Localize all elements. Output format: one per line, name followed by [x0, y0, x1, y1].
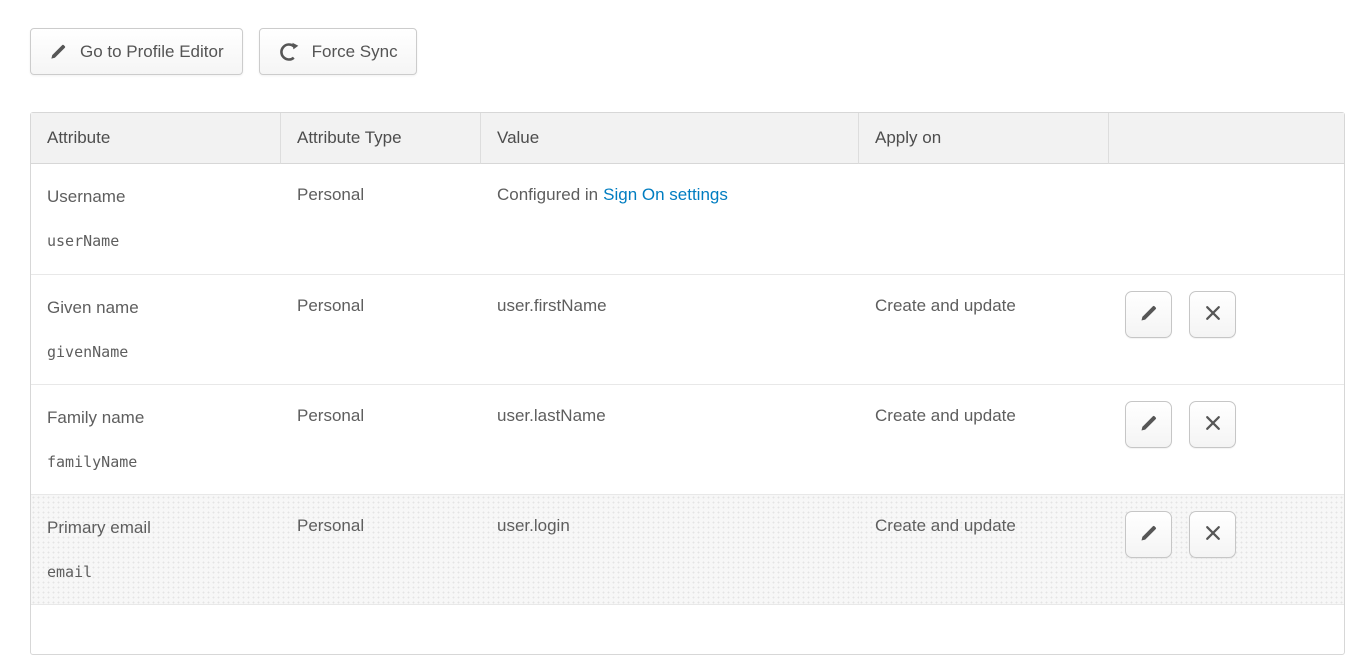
- attribute-variable: userName: [47, 232, 265, 250]
- actions-cell: [1109, 494, 1344, 604]
- edit-attribute-button[interactable]: [1125, 401, 1172, 448]
- close-icon: [1203, 523, 1223, 546]
- column-header-attribute-type: Attribute Type: [281, 113, 481, 164]
- force-sync-label: Force Sync: [312, 42, 398, 62]
- pencil-icon: [1139, 523, 1159, 546]
- attribute-type-cell: Personal: [281, 384, 481, 494]
- apply-on-cell: Create and update: [859, 274, 1109, 384]
- attribute-cell: Given name givenName: [31, 274, 281, 384]
- close-icon: [1203, 303, 1223, 326]
- attribute-cell: Family name familyName: [31, 384, 281, 494]
- column-header-value: Value: [481, 113, 859, 164]
- column-header-apply-on: Apply on: [859, 113, 1109, 164]
- actions-cell: [1109, 384, 1344, 494]
- table-row-given-name: Given name givenName Personal user.first…: [31, 274, 1344, 384]
- value-cell: Configured in Sign On settings: [481, 164, 859, 274]
- attribute-label: Family name: [47, 406, 265, 430]
- apply-on-cell: [859, 164, 1109, 274]
- attribute-cell: Primary email email: [31, 494, 281, 604]
- attribute-variable: givenName: [47, 343, 265, 361]
- value-prefix: Configured in: [497, 185, 598, 204]
- attribute-mappings-table: Attribute Attribute Type Value Apply on …: [30, 112, 1345, 655]
- attribute-variable: familyName: [47, 453, 265, 471]
- row-actions: [1125, 291, 1344, 338]
- edit-attribute-button[interactable]: [1125, 511, 1172, 558]
- attribute-label: Primary email: [47, 516, 265, 540]
- close-icon: [1203, 413, 1223, 436]
- sign-on-settings-link[interactable]: Sign On settings: [603, 185, 728, 204]
- actions-cell: [1109, 164, 1344, 274]
- force-sync-button[interactable]: Force Sync: [259, 28, 417, 75]
- row-actions: [1125, 511, 1344, 558]
- attribute-cell: Username userName: [31, 164, 281, 274]
- edit-attribute-button[interactable]: [1125, 291, 1172, 338]
- remove-attribute-button[interactable]: [1189, 401, 1236, 448]
- refresh-icon: [278, 41, 300, 63]
- attribute-label: Username: [47, 185, 265, 209]
- attribute-mappings-page: Go to Profile Editor Force Sync Attribut…: [0, 0, 1370, 655]
- value-cell: user.lastName: [481, 384, 859, 494]
- table-row-username: Username userName Personal Configured in…: [31, 164, 1344, 274]
- go-to-profile-editor-button[interactable]: Go to Profile Editor: [30, 28, 243, 75]
- table-row-partial: [31, 604, 1344, 654]
- attribute-type-cell: Personal: [281, 164, 481, 274]
- row-actions: [1125, 401, 1344, 448]
- pencil-icon: [49, 42, 68, 61]
- toolbar: Go to Profile Editor Force Sync: [30, 28, 1345, 75]
- column-header-actions: [1109, 113, 1344, 164]
- attribute-label: Given name: [47, 296, 265, 320]
- table-row-primary-email: Primary email email Personal user.login …: [31, 494, 1344, 604]
- attribute-type-cell: Personal: [281, 494, 481, 604]
- table-header-row: Attribute Attribute Type Value Apply on: [31, 113, 1344, 164]
- actions-cell: [1109, 274, 1344, 384]
- attribute-type-cell: Personal: [281, 274, 481, 384]
- apply-on-cell: Create and update: [859, 494, 1109, 604]
- pencil-icon: [1139, 303, 1159, 326]
- remove-attribute-button[interactable]: [1189, 291, 1236, 338]
- apply-on-cell: Create and update: [859, 384, 1109, 494]
- partial-row-cell: [31, 604, 1344, 654]
- attribute-variable: email: [47, 563, 265, 581]
- go-to-profile-editor-label: Go to Profile Editor: [80, 42, 224, 62]
- table-row-family-name: Family name familyName Personal user.las…: [31, 384, 1344, 494]
- column-header-attribute: Attribute: [31, 113, 281, 164]
- pencil-icon: [1139, 413, 1159, 436]
- value-cell: user.login: [481, 494, 859, 604]
- value-cell: user.firstName: [481, 274, 859, 384]
- remove-attribute-button[interactable]: [1189, 511, 1236, 558]
